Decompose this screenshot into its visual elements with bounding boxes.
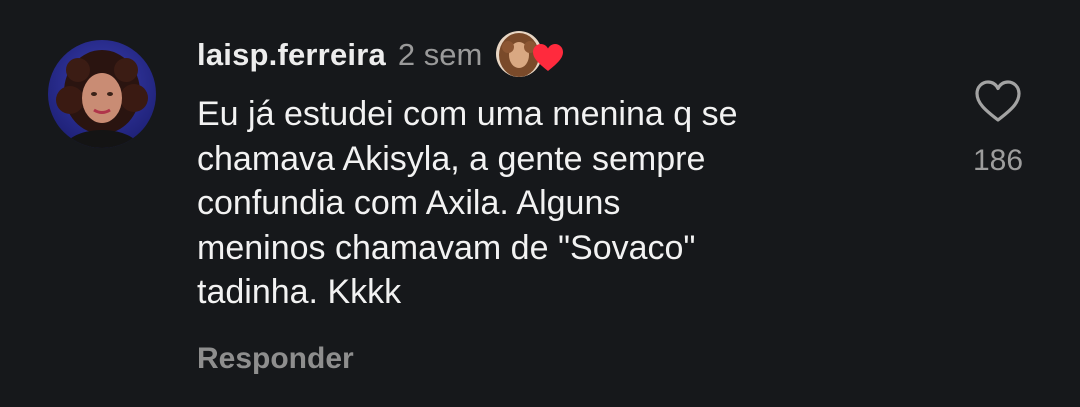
avatar[interactable] [48,40,156,148]
timestamp: 2 sem [397,37,483,72]
username[interactable]: laisp.ferreira [197,37,386,73]
heart-icon [533,44,564,71]
comment-header: laisp.ferreira 2 sem [197,30,566,80]
comment-text-line: chamava Akisyla, a gente sempre [197,139,706,178]
heart-outline-icon[interactable] [973,78,1023,124]
creator-liked-badge [496,30,566,80]
like-section: 186 [960,78,1036,178]
comment-text-line: Eu já estudei com uma menina q se [197,95,738,133]
comment-text-line: tadinha. Kkkk [197,273,402,311]
avatar-image [48,40,156,148]
comment-text: Eu já estudei com uma menina q se chamav… [197,92,917,315]
reply-button[interactable]: Responder [197,342,354,376]
like-count: 186 [972,144,1024,177]
comment-item: laisp.ferreira 2 sem Eu já estudei com u… [0,0,1080,407]
comment-text-line: confundia com Axila. Alguns [197,184,621,222]
comment-text-line: meninos chamavam de "Sovaco" [197,228,696,267]
